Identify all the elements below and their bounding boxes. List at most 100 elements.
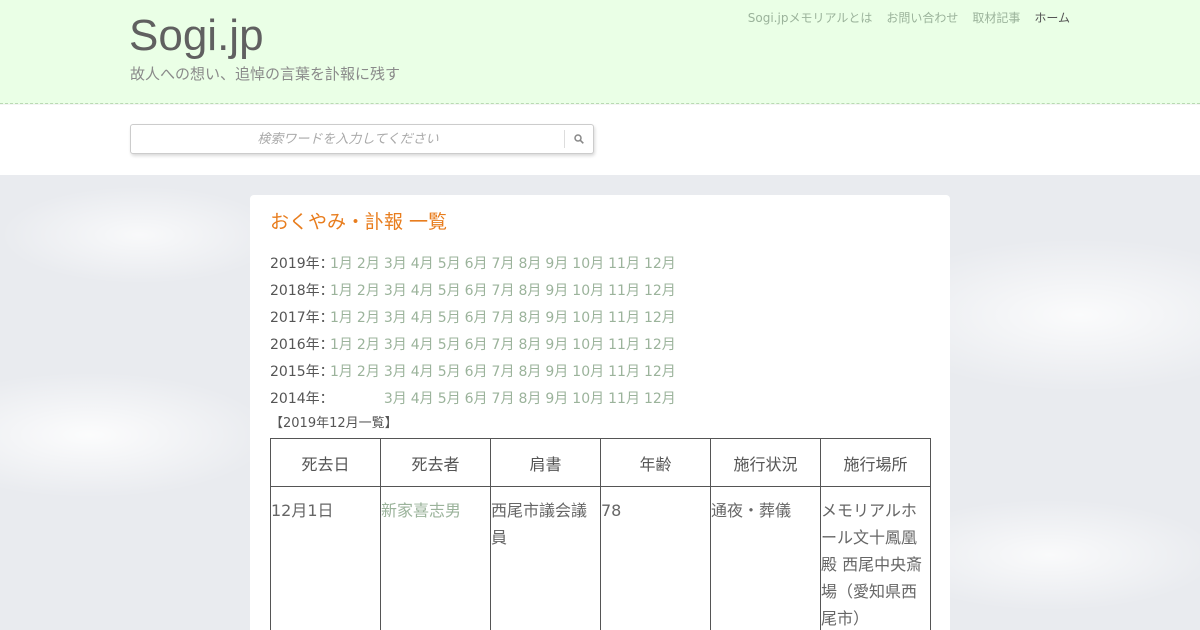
nav-item-articles[interactable]: 取材記事	[972, 10, 1020, 26]
month-link[interactable]: 3月	[384, 278, 407, 305]
month-link[interactable]: 5月	[438, 332, 461, 359]
month-link[interactable]: 11月	[608, 386, 640, 413]
month-link[interactable]: 6月	[465, 359, 488, 386]
month-link[interactable]: 1月	[330, 251, 353, 278]
month-link[interactable]: 10月	[572, 278, 604, 305]
month-link[interactable]: 8月	[518, 278, 541, 305]
month-link[interactable]: 12月	[644, 386, 676, 413]
list-caption: 【2019年12月一覧】	[270, 416, 398, 431]
search-button[interactable]	[564, 130, 593, 148]
month-link[interactable]: 4月	[411, 278, 434, 305]
nav-item-contact[interactable]: お問い合わせ	[886, 10, 958, 26]
archive-year-label: 2018年：	[270, 283, 334, 299]
month-link[interactable]: 11月	[608, 278, 640, 305]
month-link[interactable]: 5月	[438, 359, 461, 386]
month-link[interactable]: 11月	[608, 305, 640, 332]
month-link[interactable]: 2月	[357, 305, 380, 332]
search-band	[0, 105, 1200, 175]
archive-row-2018: 2018年： 1月 2月 3月 4月 5月 6月 7月 8月 9月 10月 11…	[270, 278, 680, 305]
month-link[interactable]: 2月	[357, 251, 380, 278]
month-link[interactable]: 10月	[572, 359, 604, 386]
month-link[interactable]: 3月	[384, 305, 407, 332]
month-link[interactable]: 3月	[384, 359, 407, 386]
month-link[interactable]: 1月	[330, 305, 353, 332]
month-link[interactable]: 6月	[465, 305, 488, 332]
month-link[interactable]: 10月	[572, 332, 604, 359]
month-link[interactable]: 6月	[465, 278, 488, 305]
month-link[interactable]: 7月	[492, 386, 515, 413]
month-link[interactable]: 10月	[572, 386, 604, 413]
month-link[interactable]: 8月	[518, 332, 541, 359]
month-link[interactable]: 11月	[608, 359, 640, 386]
month-link[interactable]: 6月	[465, 251, 488, 278]
month-link[interactable]: 3月	[384, 251, 407, 278]
month-link[interactable]: 6月	[465, 386, 488, 413]
month-link[interactable]: 9月	[545, 278, 568, 305]
month-link[interactable]: 7月	[492, 305, 515, 332]
table-row: 12月1日 新家喜志男 西尾市議会議員 78 通夜・葬儀 メモリアルホール文十鳳…	[270, 486, 931, 630]
month-link[interactable]: 9月	[545, 386, 568, 413]
month-link[interactable]: 4月	[411, 386, 434, 413]
deceased-name-link[interactable]: 新家喜志男	[381, 501, 461, 520]
page-title: おくやみ・訃報 一覧	[270, 211, 448, 233]
cell-status: 通夜・葬儀	[710, 486, 821, 630]
archive-row-2014: 2014年： 1月 2月 3月 4月 5月 6月 7月 8月 9月 10月 11…	[270, 386, 680, 413]
month-link[interactable]: 7月	[492, 332, 515, 359]
column-header-status: 施行状況	[710, 438, 821, 487]
month-link[interactable]: 2月	[357, 359, 380, 386]
month-link[interactable]: 4月	[411, 305, 434, 332]
column-header-title: 肩書	[490, 438, 601, 487]
site-header: Sogi.jp 故人への想い、追悼の言葉を訃報に残す Sogi.jpメモリアルと…	[0, 0, 1200, 104]
month-link[interactable]: 3月	[384, 386, 407, 413]
month-link[interactable]: 5月	[438, 278, 461, 305]
month-link[interactable]: 5月	[438, 305, 461, 332]
month-link[interactable]: 9月	[545, 332, 568, 359]
month-link[interactable]: 4月	[411, 332, 434, 359]
cell-age: 78	[600, 486, 711, 630]
obituary-table: 死去日 死去者 肩書 年齢 施行状況 施行場所 12月1日 新家喜志男 西尾市議…	[270, 438, 931, 630]
month-link[interactable]: 1月	[330, 332, 353, 359]
month-link[interactable]: 1月	[330, 278, 353, 305]
archive-year-label: 2014年：	[270, 391, 334, 407]
cell-deceased: 新家喜志男	[380, 486, 491, 630]
month-link[interactable]: 5月	[438, 386, 461, 413]
month-link[interactable]: 8月	[518, 386, 541, 413]
cell-date: 12月1日	[270, 486, 381, 630]
month-link[interactable]: 1月	[330, 359, 353, 386]
month-link[interactable]: 9月	[545, 305, 568, 332]
month-link[interactable]: 12月	[644, 332, 676, 359]
month-link[interactable]: 10月	[572, 251, 604, 278]
month-link[interactable]: 4月	[411, 251, 434, 278]
archive-year-label: 2016年：	[270, 337, 334, 353]
month-link[interactable]: 10月	[572, 305, 604, 332]
month-link[interactable]: 2月	[357, 278, 380, 305]
month-link[interactable]: 4月	[411, 359, 434, 386]
search-box	[130, 124, 594, 154]
site-title[interactable]: Sogi.jp	[129, 10, 264, 62]
search-input[interactable]	[133, 127, 563, 151]
month-link[interactable]: 7月	[492, 359, 515, 386]
month-link[interactable]: 3月	[384, 332, 407, 359]
archive-year-label: 2017年：	[270, 310, 334, 326]
month-link[interactable]: 8月	[518, 305, 541, 332]
month-link[interactable]: 12月	[644, 305, 676, 332]
month-link[interactable]: 8月	[518, 251, 541, 278]
nav-item-home[interactable]: ホーム	[1034, 10, 1070, 26]
month-link[interactable]: 12月	[644, 278, 676, 305]
month-link[interactable]: 5月	[438, 251, 461, 278]
month-link[interactable]: 11月	[608, 332, 640, 359]
month-link[interactable]: 11月	[608, 251, 640, 278]
main-content: おくやみ・訃報 一覧 2019年： 1月 2月 3月 4月 5月 6月 7月 8…	[250, 195, 950, 630]
month-link[interactable]: 9月	[545, 359, 568, 386]
month-link[interactable]: 9月	[545, 251, 568, 278]
month-link[interactable]: 6月	[465, 332, 488, 359]
month-link[interactable]: 8月	[518, 359, 541, 386]
month-link[interactable]: 7月	[492, 251, 515, 278]
month-link[interactable]: 12月	[644, 359, 676, 386]
column-header-date: 死去日	[270, 438, 381, 487]
month-link[interactable]: 2月	[357, 332, 380, 359]
month-link[interactable]: 12月	[644, 251, 676, 278]
archive-row-2016: 2016年： 1月 2月 3月 4月 5月 6月 7月 8月 9月 10月 11…	[270, 332, 680, 359]
month-link[interactable]: 7月	[492, 278, 515, 305]
nav-item-about[interactable]: Sogi.jpメモリアルとは	[748, 10, 873, 26]
